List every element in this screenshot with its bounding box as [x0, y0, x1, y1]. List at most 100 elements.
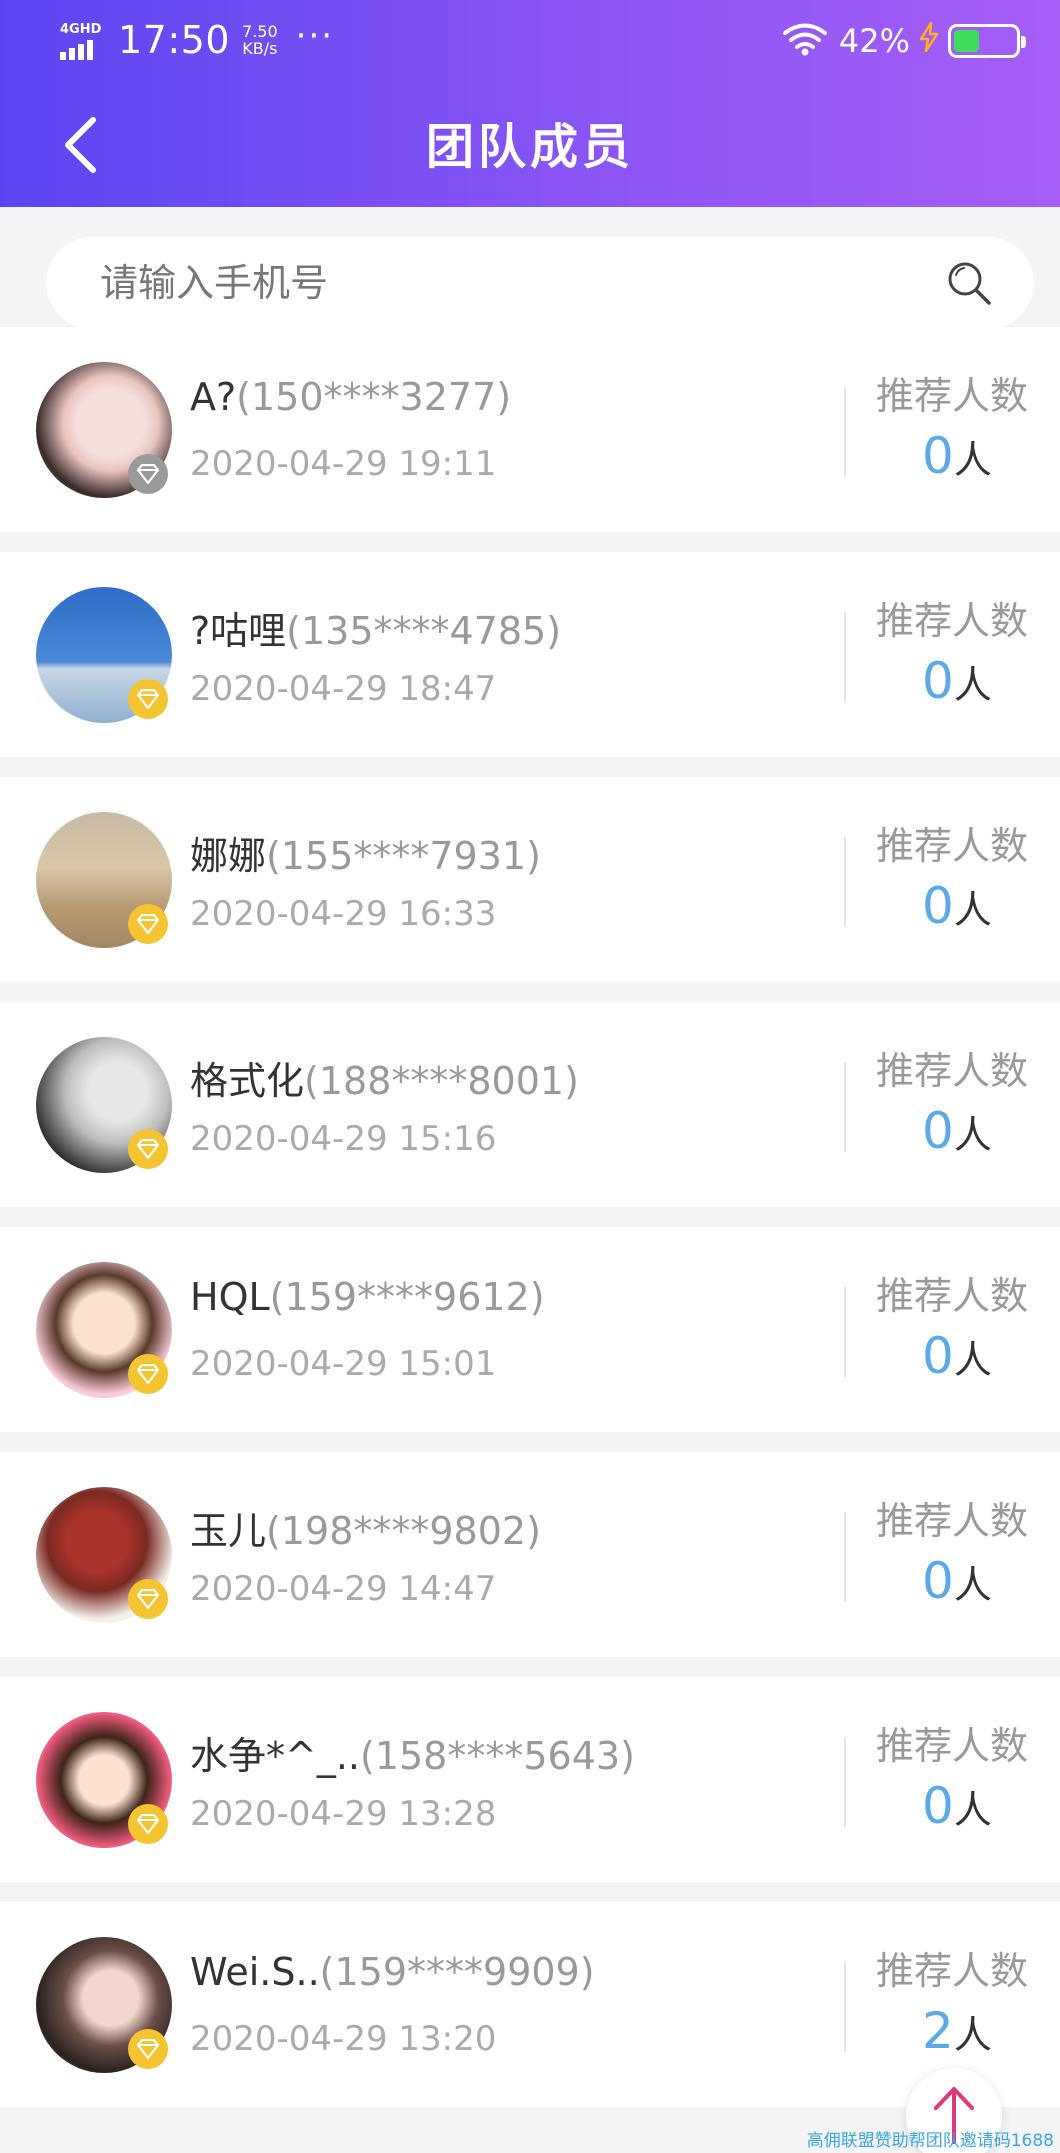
referral-count-label: 推荐人数 [876, 1499, 1029, 1543]
column-divider [844, 1287, 846, 1377]
member-phone: (188****8001) [304, 1059, 579, 1103]
member-name-line: 水争*^_..(158****5643) [190, 1725, 635, 1780]
page-title: 团队成员 [425, 119, 634, 175]
member-name: 娜娜 [190, 834, 267, 878]
member-name-line: Wei.S..(159****9909) [190, 1950, 595, 1994]
battery-percent: 42% [838, 22, 910, 60]
member-join-time: 2020-04-29 13:28 [190, 1794, 497, 1834]
member-name-line: 格式化(188****8001) [190, 1050, 579, 1105]
member-join-time: 2020-04-29 19:11 [190, 444, 497, 484]
referral-count-value: 0 [922, 877, 954, 935]
referral-count-value: 0 [922, 1552, 954, 1610]
gold-member-badge-icon [128, 679, 168, 719]
referral-count-value: 0 [922, 427, 954, 485]
column-divider [844, 837, 846, 927]
gold-member-badge-icon [128, 1579, 168, 1619]
search-box[interactable] [46, 237, 1034, 329]
referral-count-value: 2 [922, 2002, 954, 2060]
speed-value: 7.50 [242, 22, 278, 41]
member-name: 玉儿 [190, 1509, 267, 1553]
referral-count: 0人 [922, 1102, 992, 1160]
watermark-text: 高佣联盟赞助帮团队邀请码1688 [806, 2131, 1054, 2151]
member-phone: (155****7931) [266, 834, 541, 878]
referral-count-unit: 人 [953, 663, 992, 707]
referral-count: 0人 [922, 1327, 992, 1385]
member-name: ?咕哩 [190, 609, 287, 653]
gold-member-badge-icon [128, 904, 168, 944]
member-join-time: 2020-04-29 13:20 [190, 2019, 497, 2059]
referral-count-label: 推荐人数 [876, 824, 1029, 868]
referral-count-label: 推荐人数 [876, 374, 1029, 418]
column-divider [844, 1512, 846, 1602]
referral-count-unit: 人 [953, 1788, 992, 1832]
network-type: 4GHD [60, 22, 102, 37]
status-time: 17:50 [118, 18, 231, 62]
referral-count-unit: 人 [953, 1563, 992, 1607]
referral-count-label: 推荐人数 [876, 1274, 1029, 1318]
member-phone: (159****9909) [319, 1950, 595, 1994]
column-divider [844, 612, 846, 702]
member-name-line: 娜娜(155****7931) [190, 825, 541, 880]
gold-member-badge-icon [128, 1129, 168, 1169]
member-join-time: 2020-04-29 18:47 [190, 669, 497, 709]
referral-count-label: 推荐人数 [876, 1949, 1029, 1993]
referral-count-value: 0 [922, 652, 954, 710]
referral-count-unit: 人 [953, 2013, 992, 2057]
referral-count: 0人 [922, 1777, 992, 1835]
status-bar: 4GHD 17:50 7.50 KB/s ··· 42% [0, 0, 1060, 88]
member-phone: (158****5643) [360, 1734, 635, 1778]
battery-icon [948, 24, 1026, 58]
member-row[interactable]: HQL(159****9612) 2020-04-29 15:01 推荐人数 0… [0, 1227, 1060, 1432]
referral-count: 0人 [922, 1552, 992, 1610]
referral-count-value: 0 [922, 1102, 954, 1160]
signal-icon: 4GHD [60, 20, 106, 60]
column-divider [844, 1962, 846, 2052]
referral-count: 0人 [922, 652, 992, 710]
gold-member-badge-icon [128, 2029, 168, 2069]
referral-count: 0人 [922, 427, 992, 485]
member-row[interactable]: 格式化(188****8001) 2020-04-29 15:16 推荐人数 0… [0, 1002, 1060, 1207]
gold-member-badge-icon [128, 1804, 168, 1844]
member-join-time: 2020-04-29 14:47 [190, 1569, 497, 1609]
member-row[interactable]: 玉儿(198****9802) 2020-04-29 14:47 推荐人数 0人 [0, 1452, 1060, 1657]
member-name: Wei.S.. [190, 1950, 320, 1994]
referral-count-value: 0 [922, 1777, 954, 1835]
referral-count: 2人 [922, 2002, 992, 2060]
silver-member-badge-icon [128, 454, 168, 494]
referral-count-unit: 人 [953, 888, 992, 932]
gold-member-badge-icon [128, 1354, 168, 1394]
member-phone: (159****9612) [269, 1275, 545, 1319]
member-row[interactable]: 水争*^_..(158****5643) 2020-04-29 13:28 推荐… [0, 1677, 1060, 1882]
referral-count: 0人 [922, 877, 992, 935]
member-name: HQL [190, 1275, 270, 1319]
member-row[interactable]: Wei.S..(159****9909) 2020-04-29 13:20 推荐… [0, 1902, 1060, 2107]
member-join-time: 2020-04-29 15:16 [190, 1119, 497, 1159]
column-divider [844, 387, 846, 477]
network-speed: 7.50 KB/s [242, 23, 278, 57]
app-header: 4GHD 17:50 7.50 KB/s ··· 42% 团队成员 [0, 0, 1060, 207]
search-input[interactable] [46, 261, 934, 305]
member-phone: (135****4785) [286, 609, 562, 653]
referral-count-label: 推荐人数 [876, 1724, 1029, 1768]
member-row[interactable]: A?(150****3277) 2020-04-29 19:11 推荐人数 0人 [0, 327, 1060, 532]
referral-count-label: 推荐人数 [876, 599, 1029, 643]
referral-count-value: 0 [922, 1327, 954, 1385]
member-name-line: ?咕哩(135****4785) [190, 600, 561, 655]
search-icon[interactable] [934, 248, 1004, 318]
wifi-icon [782, 22, 827, 60]
member-join-time: 2020-04-29 16:33 [190, 894, 497, 934]
member-name: A? [190, 375, 237, 419]
member-name: 水争*^_.. [190, 1734, 360, 1778]
referral-count-unit: 人 [953, 1113, 992, 1157]
member-row[interactable]: ?咕哩(135****4785) 2020-04-29 18:47 推荐人数 0… [0, 552, 1060, 757]
more-notifications-icon: ··· [295, 16, 335, 56]
member-row[interactable]: 娜娜(155****7931) 2020-04-29 16:33 推荐人数 0人 [0, 777, 1060, 982]
member-join-time: 2020-04-29 15:01 [190, 1344, 497, 1384]
member-name-line: HQL(159****9612) [190, 1275, 545, 1319]
speed-unit: KB/s [242, 39, 278, 58]
status-left: 4GHD 17:50 7.50 KB/s ··· [60, 16, 335, 62]
charging-icon [918, 21, 940, 60]
member-phone: (150****3277) [236, 375, 512, 419]
column-divider [844, 1062, 846, 1152]
referral-count-unit: 人 [953, 1338, 992, 1382]
